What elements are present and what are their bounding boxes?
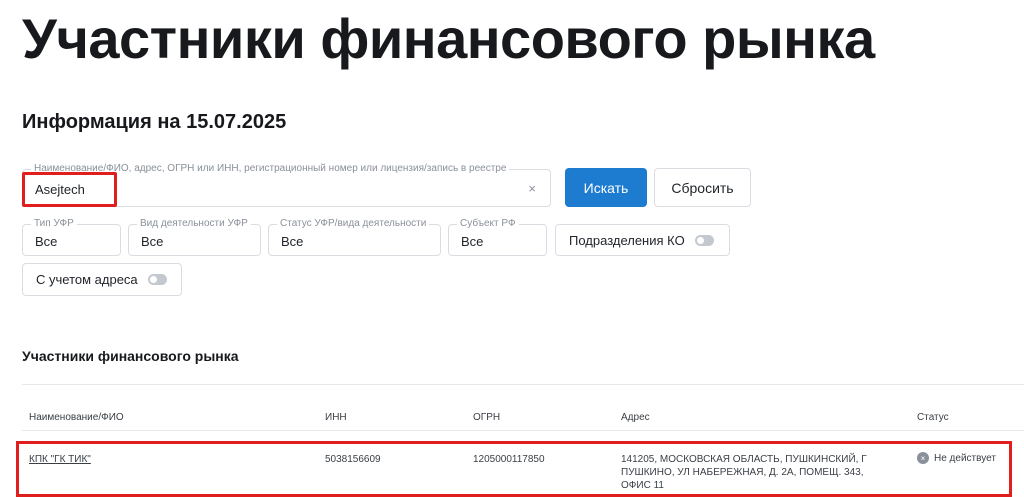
column-header-name: Наименование/ФИО	[29, 412, 124, 423]
filter-status-value: Все	[281, 234, 304, 249]
filter-region[interactable]: Субъект РФ Все	[448, 218, 547, 256]
close-icon[interactable]: ×	[528, 181, 536, 196]
column-header-ogrn: ОГРН	[473, 412, 501, 423]
search-input-label: Наименование/ФИО, адрес, ОГРН или ИНН, р…	[31, 163, 510, 175]
close-circle-icon: ×	[917, 452, 929, 465]
toggle-switch[interactable]	[147, 274, 167, 285]
filter-region-label: Субъект РФ	[457, 218, 519, 230]
search-input[interactable]: Наименование/ФИО, адрес, ОГРН или ИНН, р…	[22, 163, 551, 207]
address-toggle[interactable]: С учетом адреса	[22, 263, 182, 296]
info-date-heading: Информация на 15.07.2025	[22, 111, 287, 133]
address-toggle-label: С учетом адреса	[36, 272, 138, 287]
toggle-switch[interactable]	[694, 234, 714, 246]
filter-activity-type-value: Все	[141, 234, 164, 249]
ko-divisions-toggle[interactable]: Подразделения КО	[555, 224, 730, 256]
filter-status-label: Статус УФР/вида деятельности	[277, 218, 430, 230]
cell-address: 141205, МОСКОВСКАЯ ОБЛАСТЬ, ПУШКИНСКИЙ, …	[621, 454, 867, 491]
status-text: Не действует	[934, 453, 996, 464]
filter-status[interactable]: Статус УФР/вида деятельности Все	[268, 218, 441, 256]
divider	[22, 384, 1024, 385]
ko-divisions-toggle-label: Подразделения КО	[569, 232, 685, 248]
filter-ufr-type-value: Все	[35, 234, 58, 249]
cell-inn: 5038156609	[325, 454, 381, 465]
filter-activity-type-label: Вид деятельности УФР	[137, 218, 251, 230]
reset-button[interactable]: Сбросить	[654, 168, 751, 207]
results-heading: Участники финансового рынка	[22, 348, 239, 364]
page-title: Участники финансового рынка	[22, 7, 875, 70]
filter-region-value: Все	[461, 234, 484, 249]
cell-status: × Не действует	[917, 452, 996, 465]
table-header-divider	[22, 430, 1024, 431]
column-header-address: Адрес	[621, 412, 650, 423]
search-input-value[interactable]: Asejtech	[35, 182, 85, 197]
filter-activity-type[interactable]: Вид деятельности УФР Все	[128, 218, 261, 256]
column-header-inn: ИНН	[325, 412, 347, 423]
participant-name-link[interactable]: КПК "ГК ТИК"	[29, 454, 91, 465]
filter-ufr-type-label: Тип УФР	[31, 218, 77, 230]
filter-ufr-type[interactable]: Тип УФР Все	[22, 218, 121, 256]
search-button[interactable]: Искать	[565, 168, 647, 207]
cell-ogrn: 1205000117850	[473, 454, 545, 465]
column-header-status: Статус	[917, 412, 949, 423]
